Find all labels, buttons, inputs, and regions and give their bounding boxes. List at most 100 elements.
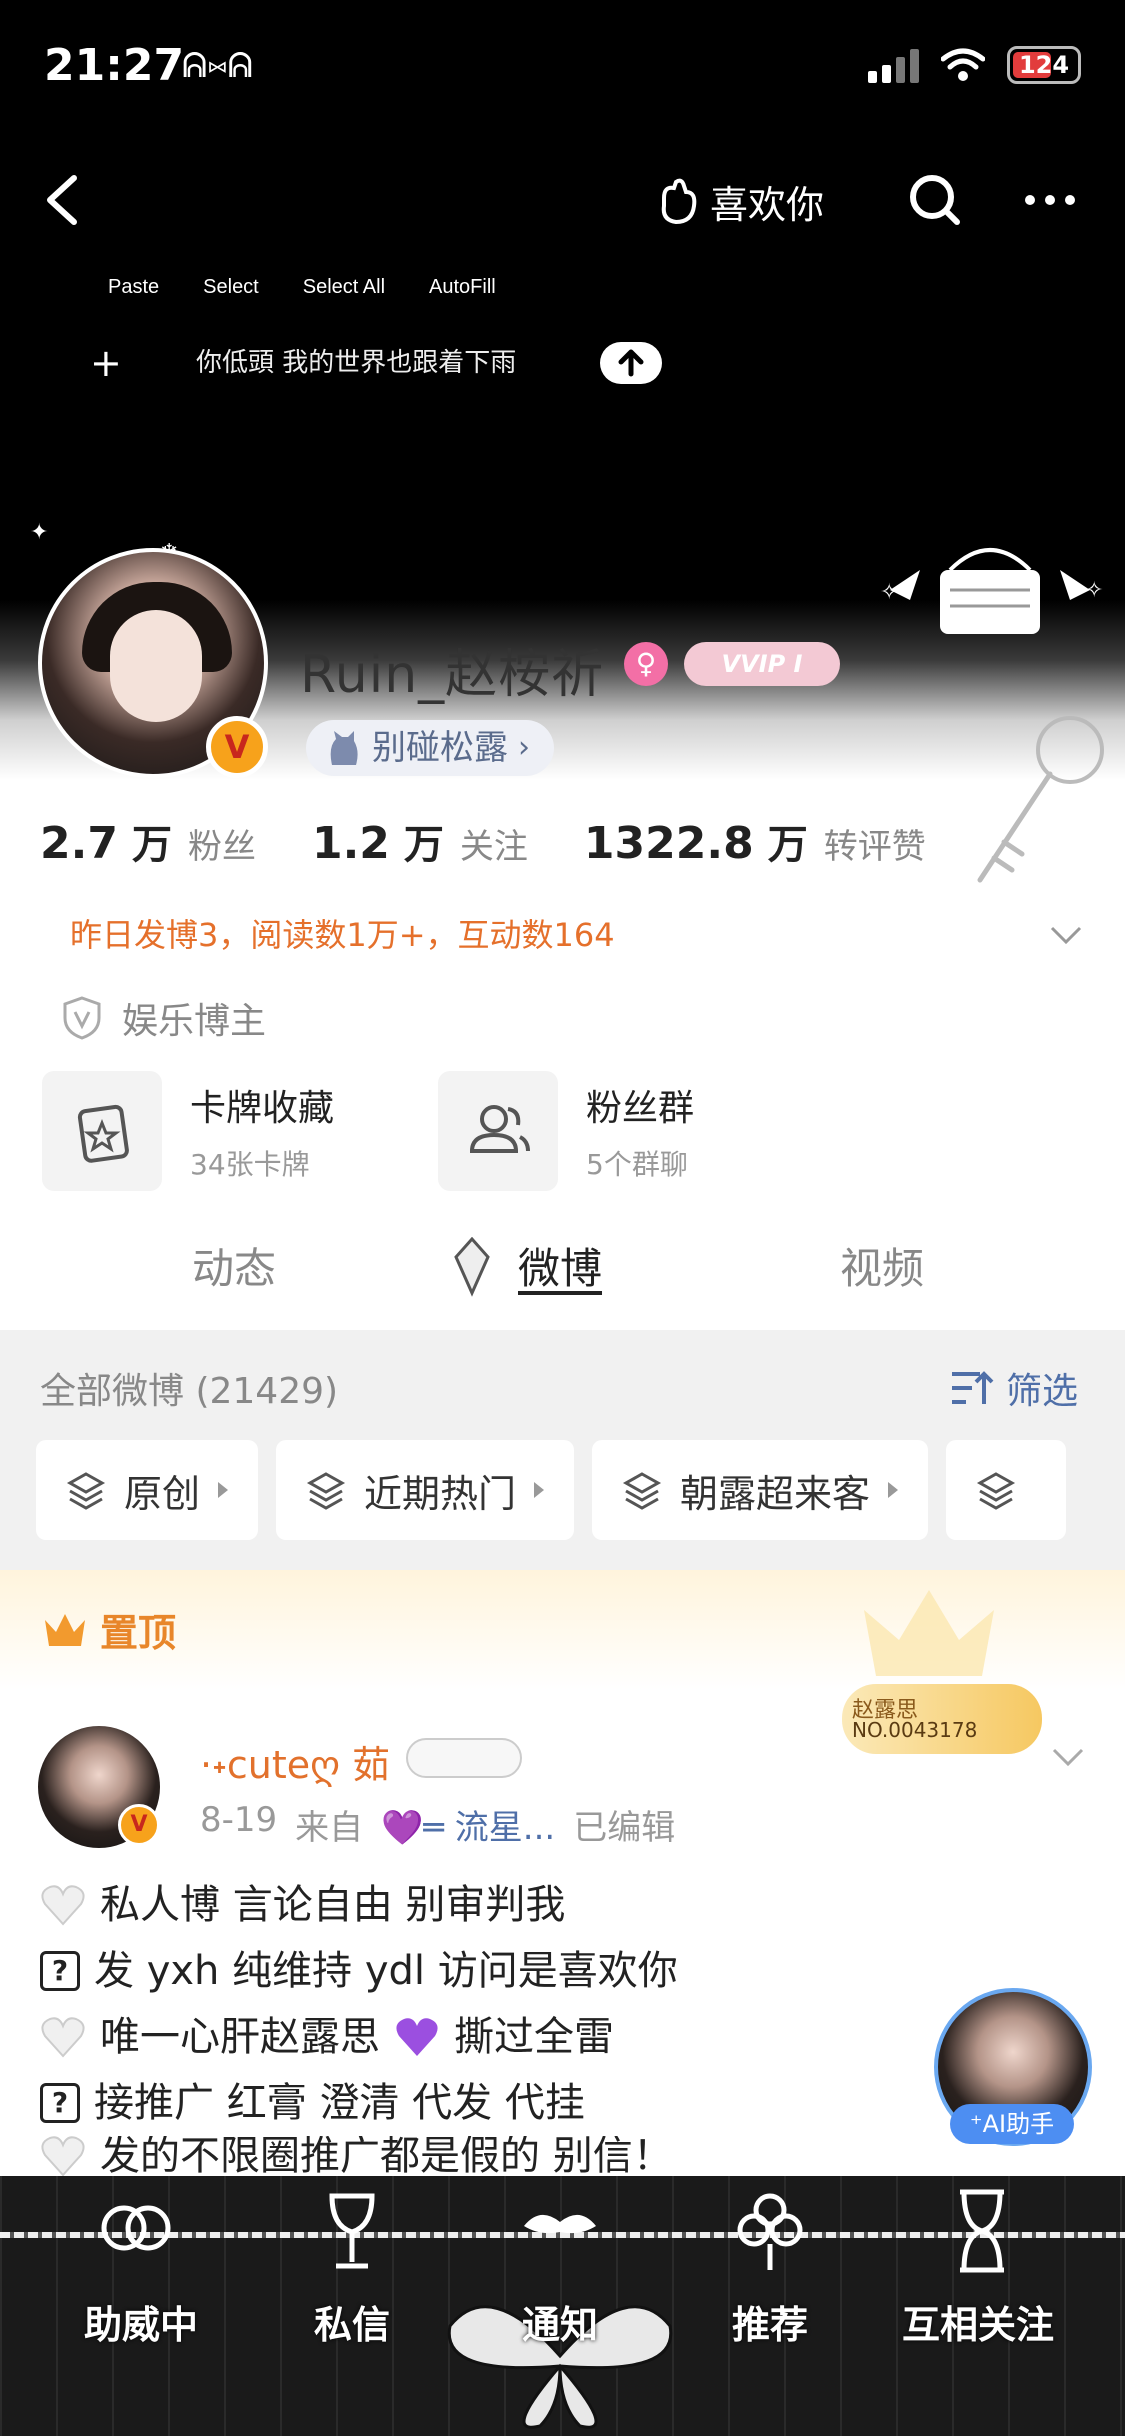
yesterday-summary[interactable]: 昨日发博3，阅读数1万+，互动数164 — [70, 910, 615, 956]
back-arrow-icon[interactable] — [36, 170, 96, 230]
fan-group-sub: 5个群聊 — [586, 1148, 688, 1181]
post-edited: 已编辑 — [573, 1808, 676, 1848]
post-meta: 8-19 来自 💜═ 流星... 已编辑 — [200, 1800, 675, 1849]
cat-member-badge — [406, 1738, 522, 1778]
bottom-tab-mutual-follow[interactable]: 互相关注 — [902, 2294, 1054, 2349]
stat-label: 关注 — [459, 827, 528, 867]
card-collection-icon — [42, 1071, 162, 1191]
diamond-tab-icon — [454, 1237, 490, 1297]
missing-glyph-icon: ? — [40, 1951, 80, 1991]
filter-button[interactable]: 筛选 — [950, 1362, 1078, 1414]
post-body[interactable]: 私人博 言论自由 别审判我 ? 发 yxh 纯维持 ydl 访问是喜欢你 唯一心… — [40, 1872, 678, 2176]
more-options-icon[interactable] — [1020, 170, 1080, 230]
chip-zhaolu-super[interactable]: 朝露超来客 — [592, 1440, 929, 1540]
post-from: 来自 — [295, 1808, 364, 1848]
post-line: 私人博 言论自由 别审判我 — [40, 1872, 678, 1938]
draft-text[interactable]: 你低頭 我的世界也跟着下雨 — [196, 336, 516, 390]
chip-label: 近期热门 — [364, 1471, 517, 1516]
hand-heart-icon — [661, 178, 697, 224]
certification-label: 娱乐博主 — [122, 1001, 267, 1042]
stat-unit: 万 — [131, 822, 172, 868]
stat-number: 1322.8 — [583, 818, 754, 869]
all-weibo-count: 全部微博 (21429) — [40, 1371, 339, 1412]
verified-v-badge-icon: V — [206, 716, 268, 778]
stat-followers[interactable]: 2.7 万 粉丝 — [40, 812, 256, 870]
tab-video[interactable]: 视频 — [840, 1235, 924, 1296]
chevron-down-icon[interactable] — [1048, 1736, 1088, 1776]
play-triangle-icon — [534, 1482, 545, 1498]
layers-icon — [306, 1472, 346, 1510]
profile-username: Ruin_赵桉祈 — [300, 645, 605, 705]
menu-select[interactable]: Select — [203, 276, 259, 299]
status-right: 124 — [868, 46, 1081, 84]
chevron-right-icon: › — [518, 730, 530, 765]
post-line: ? 发 yxh 纯维持 ydl 访问是喜欢你 — [40, 1938, 678, 2004]
vvip-badge[interactable]: VVIP I — [684, 642, 840, 686]
post-line-text: 接推广 红膏 澄清 代发 代挂 — [94, 2080, 585, 2126]
handbag-decoration-icon — [890, 548, 1090, 634]
key-decoration-icon — [977, 716, 1104, 883]
status-bar: 21:27 ᕱ⑅ᕱ 124 — [44, 40, 1081, 100]
hourglass-icon — [960, 2189, 1004, 2273]
pinned-label: 置顶 — [42, 1602, 176, 1657]
menu-autofill[interactable]: AutoFill — [429, 276, 496, 299]
battery-level: 124 — [1018, 51, 1070, 79]
chip-recent-hot[interactable]: 近期热门 — [276, 1440, 575, 1540]
post-line-text: 撕过全雷 — [454, 2014, 614, 2060]
stat-unit: 万 — [403, 822, 444, 868]
sparkle-decoration: ✦ — [30, 520, 49, 545]
like-you-button[interactable]: 喜欢你 — [656, 174, 824, 229]
missing-glyph-icon: ? — [40, 2083, 80, 2123]
bottom-tab-recommend[interactable]: 推荐 — [732, 2294, 808, 2349]
profile-stats: 2.7 万 粉丝 1.2 万 关注 1322.8 万 转评赞 — [40, 812, 982, 870]
layers-icon — [622, 1472, 662, 1510]
arrow-up-icon — [618, 349, 644, 377]
chalice-icon — [329, 2193, 375, 2269]
bottom-tab-notifications[interactable]: 通知 — [522, 2294, 598, 2349]
post-line: ? 接推广 红膏 澄清 代发 代挂 — [40, 2070, 678, 2136]
post-date: 8-19 — [200, 1800, 278, 1840]
menu-select-all[interactable]: Select All — [303, 276, 385, 299]
card-collection-entry[interactable]: 卡牌收藏 34张卡牌 — [42, 1070, 334, 1192]
tab-weibo[interactable]: 微博 — [518, 1235, 602, 1296]
fan-group-title: 粉丝群 — [586, 1088, 695, 1129]
fans-badge-number: NO.0043178 — [852, 1718, 978, 1742]
group-users-icon — [438, 1071, 558, 1191]
add-icon[interactable]: + — [90, 336, 122, 390]
chip-more[interactable] — [946, 1440, 1067, 1540]
post-source[interactable]: 💜═ 流星... — [381, 1800, 555, 1849]
search-icon[interactable] — [905, 170, 965, 230]
verified-v-badge-icon: V — [118, 1804, 160, 1846]
chevron-down-icon[interactable] — [1046, 914, 1086, 954]
post-line-text: 唯一心肝赵露思 — [100, 2014, 380, 2060]
filter-icon — [952, 1371, 994, 1404]
stat-following[interactable]: 1.2 万 关注 — [312, 812, 528, 870]
layers-icon — [976, 1472, 1016, 1510]
certification-row[interactable]: 娱乐博主 — [62, 992, 266, 1044]
stat-interactions[interactable]: 1322.8 万 转评赞 — [584, 812, 926, 870]
card-collection-sub: 34张卡牌 — [190, 1148, 310, 1181]
post-line-text: 发 yxh 纯维持 ydl 访问是喜欢你 — [94, 1948, 678, 1994]
shield-v-icon — [63, 996, 101, 1040]
chip-original[interactable]: 原创 — [36, 1440, 259, 1540]
chip-label: 朝露超来客 — [680, 1471, 871, 1516]
like-you-label: 喜欢你 — [710, 183, 825, 227]
ai-assistant-label[interactable]: ⁺AI助手 — [950, 2104, 1074, 2144]
white-heart-icon — [41, 1885, 85, 1926]
bottom-tab-messages[interactable]: 私信 — [314, 2294, 390, 2349]
post-line-text: 发的不限圈推广都是假的 别信！ — [100, 2136, 673, 2176]
post-author-name[interactable]: ·˖cuteღ 茹 — [200, 1734, 390, 1789]
tab-activity[interactable]: 动态 — [192, 1235, 276, 1296]
fan-group-entry[interactable]: 粉丝群 5个群聊 — [438, 1070, 694, 1192]
profile-tag-label: 别碰松露 — [372, 728, 508, 768]
menu-paste[interactable]: Paste — [108, 276, 159, 299]
white-heart-icon — [41, 2017, 85, 2058]
stat-number: 2.7 — [40, 818, 118, 869]
profile-tag-button[interactable]: 别碰松露 › — [306, 720, 554, 776]
crown-watermark-icon — [864, 1590, 994, 1676]
text-context-menu: Paste Select Select All AutoFill — [108, 276, 496, 299]
bottom-tab-cheering[interactable]: 助威中 — [84, 2294, 198, 2349]
battery-icon: 124 — [1007, 46, 1081, 84]
send-button[interactable] — [600, 342, 662, 384]
ornament-knot-icon — [101, 2205, 171, 2251]
